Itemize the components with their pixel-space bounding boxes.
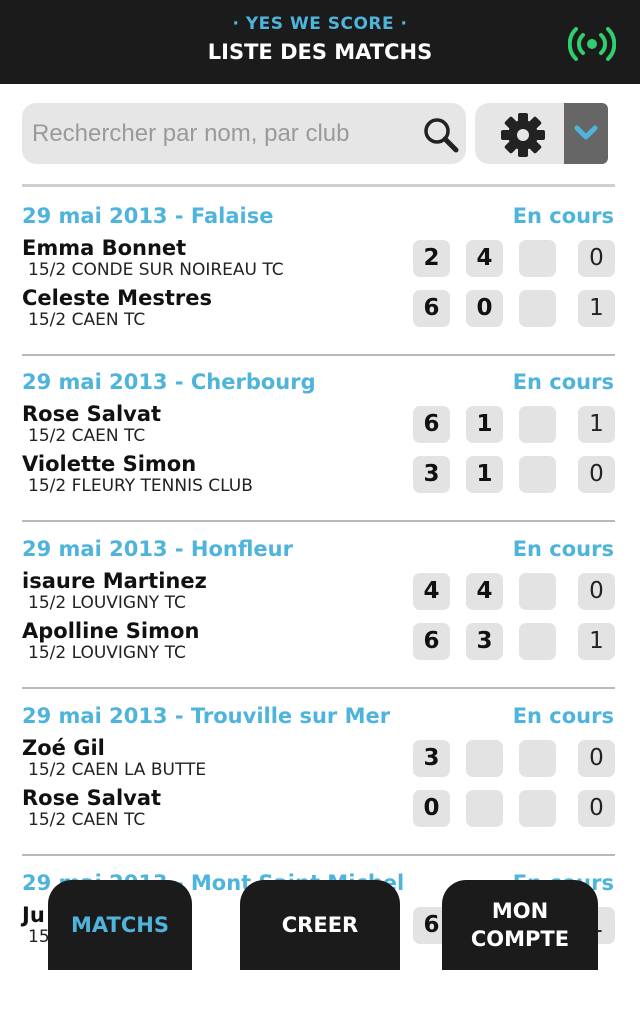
player-club: 15/2 LOUVIGNY TC: [28, 643, 186, 663]
set-score: [519, 623, 556, 660]
set-score: 3: [413, 740, 450, 777]
set-score: 1: [466, 456, 503, 493]
set-score: 3: [466, 623, 503, 660]
game-points: 1: [578, 290, 615, 327]
chevron-down-icon[interactable]: [573, 122, 599, 144]
set-score: 4: [413, 573, 450, 610]
set-score: 6: [413, 623, 450, 660]
game-points: 1: [578, 406, 615, 443]
set-score: 2: [413, 240, 450, 277]
game-points: 0: [578, 740, 615, 777]
set-score: 4: [466, 240, 503, 277]
player-name: Rose Salvat: [22, 402, 162, 426]
match-card[interactable]: 29 mai 2013 - Trouville sur Mer En cours…: [0, 688, 640, 856]
set-score: [519, 240, 556, 277]
search-icon[interactable]: [422, 116, 460, 154]
set-score: [519, 290, 556, 327]
game-points: 0: [578, 456, 615, 493]
app-subtitle: · YES WE SCORE ·: [232, 14, 408, 34]
tab-matchs[interactable]: MATCHS: [48, 880, 192, 970]
set-score: [466, 740, 503, 777]
match-card[interactable]: 29 mai 2013 - Honfleur En cours isaure M…: [0, 521, 640, 689]
player-club: 15/2 CAEN TC: [28, 426, 146, 446]
set-score: [519, 573, 556, 610]
game-points: 1: [578, 623, 615, 660]
player-club: 15/2 CONDE SUR NOIREAU TC: [28, 260, 284, 280]
match-card[interactable]: 29 mai 2013 - Falaise En cours Emma Bonn…: [0, 188, 640, 356]
player-club: 15/2 CAEN LA BUTTE: [28, 760, 207, 780]
player-club: 15: [28, 927, 50, 947]
player-club: 15/2 LOUVIGNY TC: [28, 593, 186, 613]
game-points: 0: [578, 573, 615, 610]
set-score: 0: [413, 790, 450, 827]
match-date-location: 29 mai 2013 - Honfleur: [22, 537, 293, 561]
match-status: En cours: [512, 704, 614, 728]
player-name: Apolline Simon: [22, 619, 200, 643]
page-title: LISTE DES MATCHS: [207, 40, 433, 64]
player-name: Zoé Gil: [22, 736, 105, 760]
set-score: [519, 456, 556, 493]
player-club: 15/2 FLEURY TENNIS CLUB: [28, 476, 253, 496]
game-points: 0: [578, 790, 615, 827]
list-top-divider: [22, 184, 615, 187]
player-club: 15/2 CAEN TC: [28, 310, 146, 330]
set-score: 6: [413, 290, 450, 327]
search-input[interactable]: [30, 111, 414, 157]
set-score: [519, 740, 556, 777]
set-score: 0: [466, 290, 503, 327]
match-date-location: 29 mai 2013 - Falaise: [22, 204, 274, 228]
match-card[interactable]: 29 mai 2013 - Cherbourg En cours Rose Sa…: [0, 354, 640, 522]
player-name: Violette Simon: [22, 452, 197, 476]
match-date-location: 29 mai 2013 - Trouville sur Mer: [22, 704, 391, 728]
match-status: En cours: [512, 204, 614, 228]
set-score: 1: [466, 406, 503, 443]
player-name: Celeste Mestres: [22, 286, 212, 310]
game-points: 0: [578, 240, 615, 277]
set-score: [466, 790, 503, 827]
search-box: [22, 103, 466, 164]
tab-mon-compte[interactable]: MON COMPTE: [442, 880, 598, 970]
player-name: isaure Martinez: [22, 569, 207, 593]
gear-icon[interactable]: [500, 112, 546, 158]
match-status: En cours: [512, 370, 614, 394]
match-status: En cours: [512, 537, 614, 561]
set-score: [519, 406, 556, 443]
set-score: [519, 790, 556, 827]
tab-creer[interactable]: CREER: [240, 880, 400, 970]
set-score: 3: [413, 456, 450, 493]
app-header: · YES WE SCORE · LISTE DES MATCHS: [0, 0, 640, 84]
set-score: 4: [466, 573, 503, 610]
player-name: Rose Salvat: [22, 786, 162, 810]
player-name: Ju: [22, 903, 45, 927]
match-date-location: 29 mai 2013 - Cherbourg: [22, 370, 316, 394]
set-score: 6: [413, 406, 450, 443]
broadcast-icon[interactable]: [568, 24, 616, 64]
player-name: Emma Bonnet: [22, 236, 187, 260]
player-club: 15/2 CAEN TC: [28, 810, 146, 830]
